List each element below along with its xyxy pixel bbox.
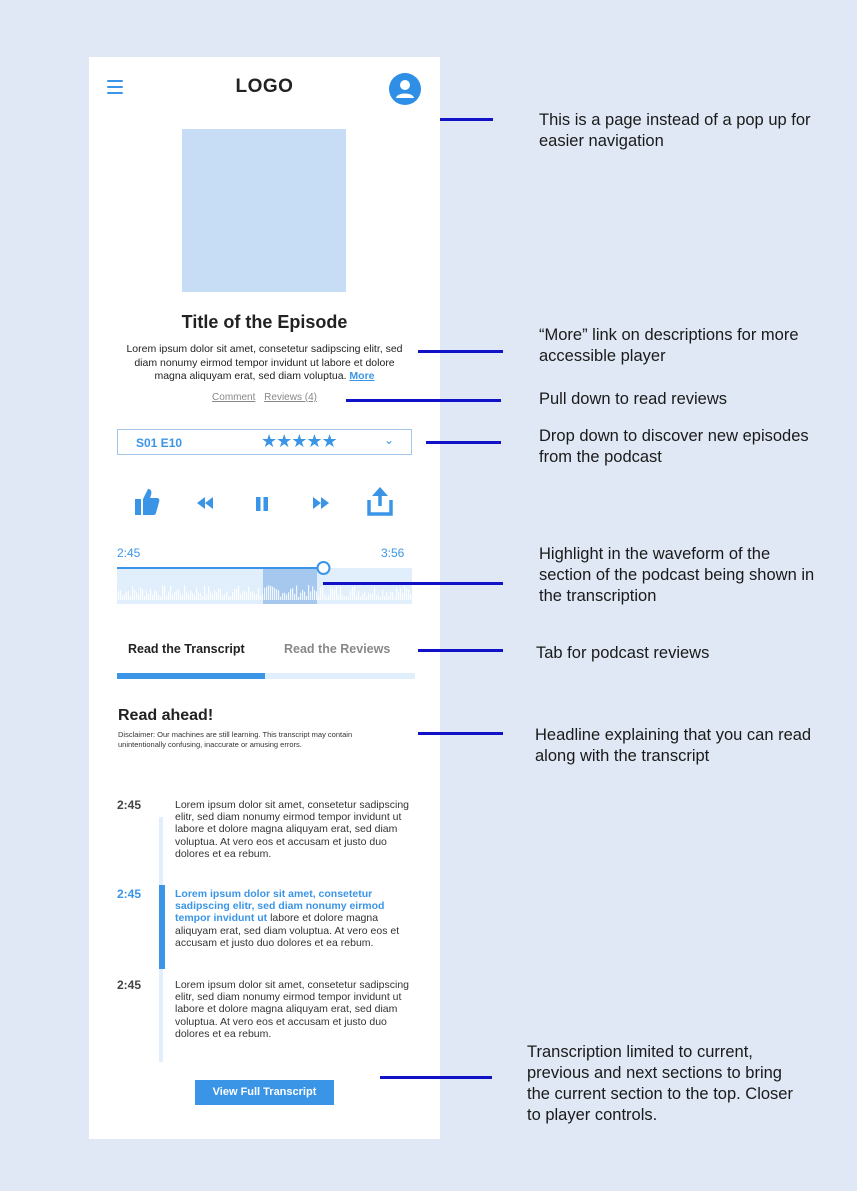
annotation-line	[418, 649, 503, 652]
comment-link[interactable]: Comment	[212, 392, 255, 403]
season-episode-label: S01 E10	[136, 436, 183, 450]
transcript-timeline-active	[159, 885, 165, 969]
more-link[interactable]: More	[349, 370, 374, 382]
episode-description: Lorem ipsum dolor sit amet, consetetur s…	[121, 343, 408, 384]
segment-text: Lorem ipsum dolor sit amet, consetetur s…	[175, 979, 410, 1040]
annotation-line	[418, 732, 503, 735]
transcript-segment: Lorem ipsum dolor sit amet, consetetur s…	[175, 799, 411, 860]
rating-stars: ★★★★★	[261, 431, 338, 451]
segment-timestamp[interactable]: 2:45	[117, 798, 141, 812]
rewind-icon[interactable]	[196, 497, 214, 509]
scrubber-handle	[316, 561, 331, 575]
fast-forward-icon[interactable]	[312, 497, 330, 509]
transcript-heading: Read ahead!	[118, 707, 214, 724]
annotation-line	[380, 1076, 492, 1079]
annotation-text: This is a page instead of a pop up for e…	[539, 111, 811, 150]
transcript-disclaimer: Disclaimer: Our machines are still learn…	[118, 730, 353, 749]
annotation-text: Drop down to discover new episodes from …	[539, 427, 809, 466]
annotation-text: Tab for podcast reviews	[536, 644, 710, 662]
transcript-segment-current: Lorem ipsum dolor sit amet, consetetur s…	[175, 888, 411, 949]
reviews-link[interactable]: Reviews (4)	[264, 392, 317, 403]
segment-text: Lorem ipsum dolor sit amet, consetetur s…	[175, 799, 410, 860]
episode-dropdown[interactable]: S01 E10 ★★★★★ ⌄	[117, 429, 412, 455]
annotation-line	[323, 582, 503, 585]
segment-timestamp-current[interactable]: 2:45	[117, 887, 141, 901]
annotation-line	[426, 441, 501, 444]
share-icon[interactable]	[366, 485, 394, 517]
tab-read-reviews[interactable]: Read the Reviews	[284, 642, 390, 656]
annotation-text: Highlight in the waveform of the section…	[539, 545, 815, 605]
thumbs-up-icon[interactable]	[134, 486, 160, 516]
total-time: 3:56	[381, 546, 405, 560]
current-time: 2:45	[117, 546, 141, 560]
logo: LOGO	[235, 76, 294, 97]
annotation-line	[418, 350, 503, 353]
user-avatar-icon[interactable]	[389, 73, 421, 105]
annotation-line	[346, 399, 501, 402]
phone-screen: LOGO Title of the Episode Lorem ipsum do…	[89, 57, 440, 1139]
segment-timestamp[interactable]: 2:45	[117, 978, 141, 992]
episode-title: Title of the Episode	[181, 312, 348, 332]
chevron-down-icon: ⌄	[384, 433, 395, 447]
pause-icon[interactable]	[254, 496, 270, 512]
annotation-line	[440, 118, 493, 121]
annotation-text: Transcription limited to current, previo…	[527, 1043, 793, 1124]
annotation-text: “More” link on descriptions for more acc…	[539, 326, 799, 365]
episode-artwork	[182, 129, 346, 292]
transcript-segment: Lorem ipsum dolor sit amet, consetetur s…	[175, 979, 411, 1040]
tab-read-transcript[interactable]: Read the Transcript	[128, 642, 245, 656]
tab-indicator-active	[117, 673, 265, 679]
annotation-text: Headline explaining that you can read al…	[535, 726, 812, 765]
tab-indicator-track	[117, 673, 415, 679]
view-full-transcript-button[interactable]: View Full Transcript	[195, 1080, 334, 1105]
annotation-text: Pull down to read reviews	[539, 390, 728, 408]
